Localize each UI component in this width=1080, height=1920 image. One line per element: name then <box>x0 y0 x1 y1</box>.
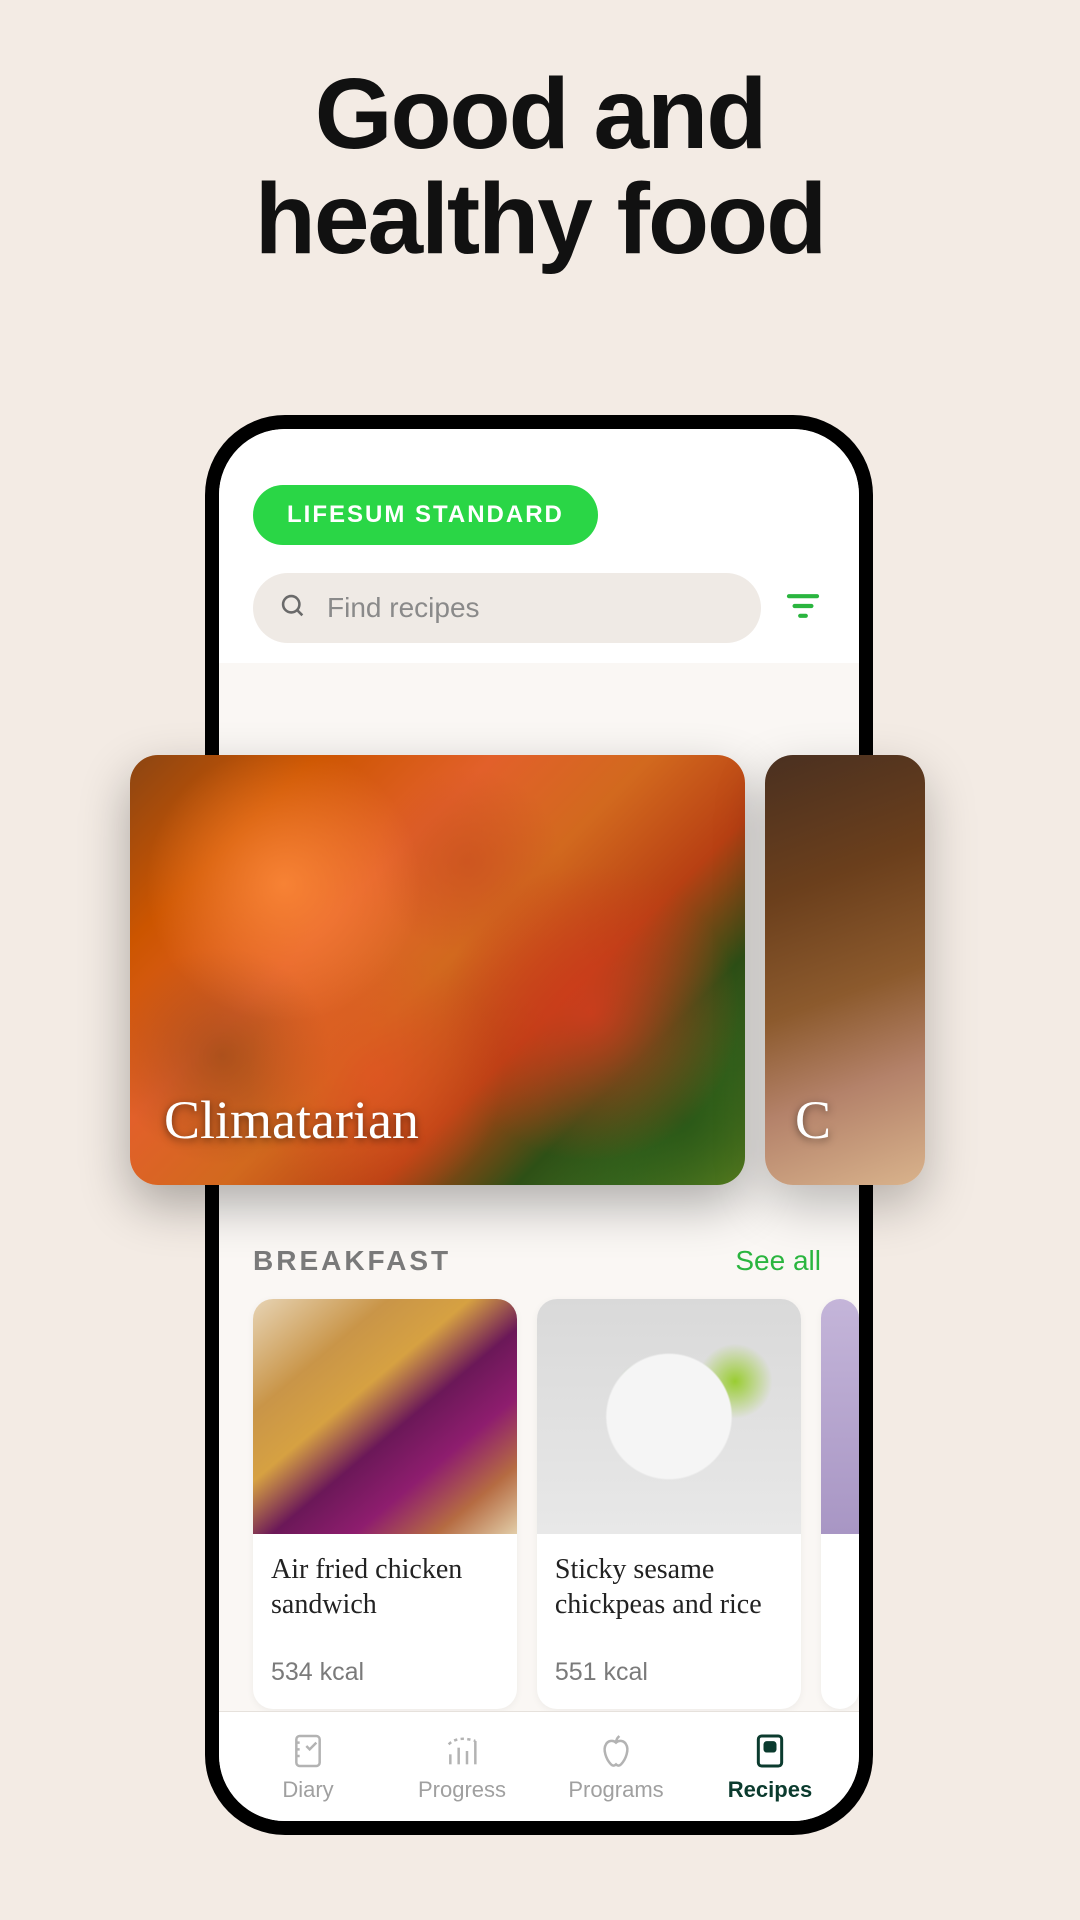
progress-icon <box>442 1731 482 1771</box>
recipe-row[interactable]: Air fried chicken sandwich 534 kcal Stic… <box>253 1299 859 1709</box>
filter-button[interactable] <box>781 586 825 630</box>
featured-title: Climatarian <box>164 1089 419 1151</box>
recipe-image <box>821 1299 859 1534</box>
section-breakfast: BREAKFAST See all Air fried chicken sand… <box>253 1245 859 1709</box>
marketing-headline: Good andhealthy food <box>0 62 1080 272</box>
featured-card-peek[interactable]: C <box>765 755 925 1185</box>
recipe-card-peek[interactable] <box>821 1299 859 1709</box>
nav-diary[interactable]: Diary <box>248 1731 368 1803</box>
section-title: BREAKFAST <box>253 1245 451 1277</box>
see-all-link[interactable]: See all <box>735 1245 821 1277</box>
section-header: BREAKFAST See all <box>253 1245 859 1277</box>
search-input[interactable] <box>327 592 735 624</box>
featured-title-peek: C <box>795 1089 831 1151</box>
recipe-body: Air fried chicken sandwich 534 kcal <box>253 1534 517 1709</box>
nav-label: Recipes <box>728 1777 812 1803</box>
recipe-image <box>253 1299 517 1534</box>
app-header: LIFESUM STANDARD <box>219 429 859 663</box>
search-icon <box>279 592 307 625</box>
recipe-body: Sticky sesame chickpeas and rice 551 kca… <box>537 1534 801 1709</box>
search-row <box>253 573 825 643</box>
filter-icon <box>786 592 820 625</box>
bottom-nav: Diary Progress Programs Recipes <box>219 1711 859 1821</box>
recipe-kcal: 534 kcal <box>271 1658 499 1709</box>
plan-pill[interactable]: LIFESUM STANDARD <box>253 485 598 545</box>
nav-label: Progress <box>418 1777 506 1803</box>
search-box[interactable] <box>253 573 761 643</box>
recipe-card[interactable]: Air fried chicken sandwich 534 kcal <box>253 1299 517 1709</box>
featured-card[interactable]: Climatarian <box>130 755 745 1185</box>
nav-label: Diary <box>282 1777 333 1803</box>
recipe-image <box>537 1299 801 1534</box>
recipe-name: Air fried chicken sandwich <box>271 1552 499 1622</box>
nav-recipes[interactable]: Recipes <box>710 1731 830 1803</box>
apple-icon <box>596 1731 636 1771</box>
diary-icon <box>288 1731 328 1771</box>
recipe-kcal: 551 kcal <box>555 1658 783 1709</box>
recipes-icon <box>750 1731 790 1771</box>
nav-label: Programs <box>568 1777 663 1803</box>
nav-programs[interactable]: Programs <box>556 1731 676 1803</box>
nav-progress[interactable]: Progress <box>402 1731 522 1803</box>
recipe-name: Sticky sesame chickpeas and rice <box>555 1552 783 1622</box>
recipe-card[interactable]: Sticky sesame chickpeas and rice 551 kca… <box>537 1299 801 1709</box>
